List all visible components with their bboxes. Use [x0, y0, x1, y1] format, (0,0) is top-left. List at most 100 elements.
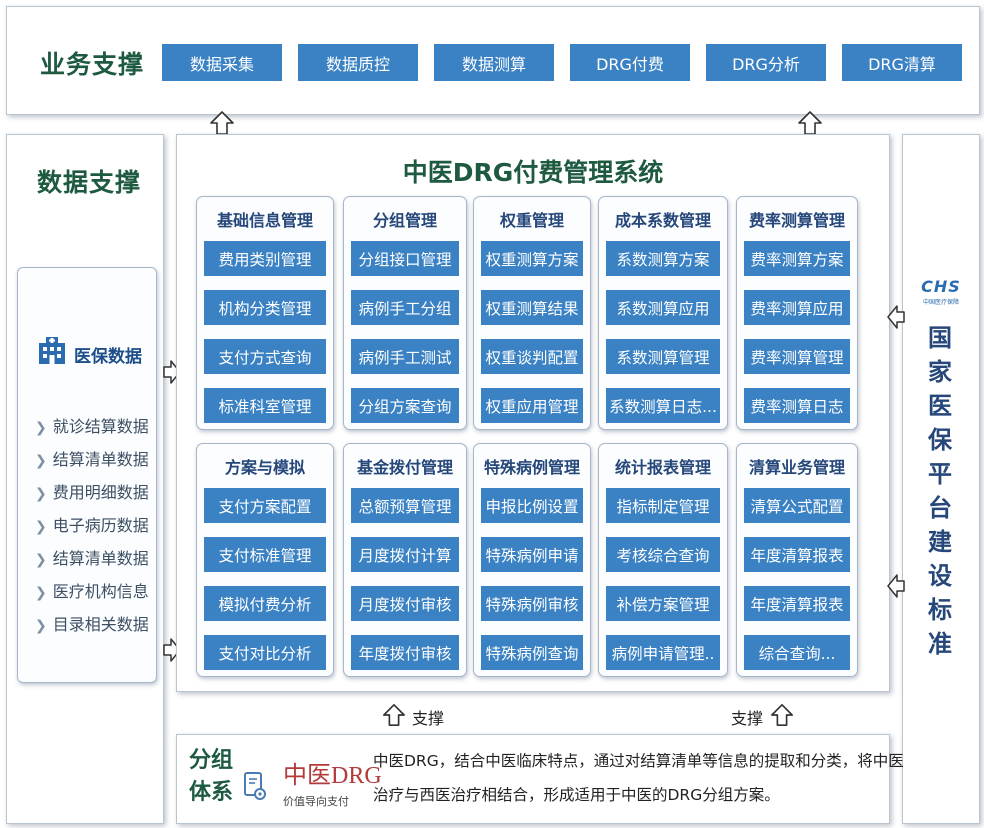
business-item-drg-analysis[interactable]: DRG分析 — [706, 44, 826, 81]
chs-logo: CHS 中国医疗保障 — [903, 277, 979, 306]
module-title: 权重管理 — [499, 211, 564, 230]
system-title: 中医DRG付费管理系统 — [402, 158, 664, 187]
data-list-item: ❯ 电子病历数据 — [35, 516, 149, 535]
data-list-item: ❯ 结算清单数据 — [35, 549, 149, 568]
module-item-button[interactable]: 年度清算报表 — [744, 586, 850, 621]
support-label-right: 支撑 — [731, 709, 764, 728]
module-title: 基础信息管理 — [216, 211, 313, 230]
module-title: 特殊病例管理 — [483, 458, 580, 477]
module-item-button[interactable]: 综合查询... — [744, 635, 850, 670]
module-item-button[interactable]: 权重应用管理 — [481, 388, 583, 423]
module-item-button[interactable]: 补偿方案管理 — [606, 586, 720, 621]
module-item-button[interactable]: 年度拨付审核 — [351, 635, 459, 670]
module-title: 成本系数管理 — [614, 211, 711, 230]
module-item-button[interactable]: 系数测算方案 — [606, 241, 720, 276]
module-item-button[interactable]: 系数测算应用 — [606, 290, 720, 325]
module-item-button[interactable]: 系数测算日志... — [606, 388, 720, 423]
tcm-drg-brand-sub: 价值导向支付 — [283, 795, 349, 808]
module-title: 基金拨付管理 — [356, 458, 453, 477]
national-standard-panel: CHS 中国医疗保障 国家医保平台建设标准 — [902, 134, 980, 824]
module-item-button[interactable]: 支付方案配置 — [204, 488, 326, 523]
chs-logo-subtext: 中国医疗保障 — [922, 299, 959, 306]
business-item-drg-settlement[interactable]: DRG清算 — [842, 44, 962, 81]
module-item-button[interactable]: 病例手工测试 — [351, 339, 459, 374]
module-item-button[interactable]: 标准科室管理 — [204, 388, 326, 423]
document-gear-icon — [244, 772, 266, 800]
module-title: 方案与模拟 — [224, 458, 305, 477]
module-item-button[interactable]: 总额预算管理 — [351, 488, 459, 523]
chs-logo-text: CHS — [921, 277, 961, 296]
module-item-button[interactable]: 权重谈判配置 — [481, 339, 583, 374]
tcm-drg-brand: 中医DRG — [283, 763, 382, 789]
module-item-button[interactable]: 月度拨付计算 — [351, 537, 459, 572]
business-item-data-calculation[interactable]: 数据测算 — [434, 44, 554, 81]
data-support-title: 数据支撑 — [37, 168, 142, 197]
module-item-button[interactable]: 支付方式查询 — [204, 339, 326, 374]
module-item-button[interactable]: 支付标准管理 — [204, 537, 326, 572]
module-item-button[interactable]: 费率测算日志 — [744, 388, 850, 423]
data-support-panel: 数据支撑 医保数据 ❯ 就诊结算数据 ❯ 结算清单数据 ❯ 费用明细数据 ❯ 电子病历数… — [6, 134, 164, 824]
module-item-button[interactable]: 月度拨付审核 — [351, 586, 459, 621]
data-list-item: ❯ 医疗机构信息 — [35, 582, 149, 601]
module-title: 统计报表管理 — [614, 458, 711, 477]
business-item-drg-payment[interactable]: DRG付费 — [570, 44, 690, 81]
module-item-button[interactable]: 费用类别管理 — [204, 241, 326, 276]
module-item-button[interactable]: 特殊病例查询 — [481, 635, 583, 670]
module-item-button[interactable]: 支付对比分析 — [204, 635, 326, 670]
left-arrow-icon — [887, 305, 905, 329]
grouping-system-panel: 分组 体系 中医DRG 价值导向支付 中医DRG，结合中医临床特点，通过对结算清… — [176, 734, 904, 824]
grouping-title: 分组 体系 — [189, 745, 233, 809]
data-list-item: ❯ 结算清单数据 — [35, 450, 149, 469]
up-arrow-icon — [210, 111, 234, 135]
module-fund-allocation: 基金拨付管理 总额预算管理 月度拨付计算 月度拨付审核 年度拨付审核 — [343, 443, 467, 677]
up-arrow-icon — [798, 111, 822, 135]
module-item-button[interactable]: 分组接口管理 — [351, 241, 459, 276]
module-grouping: 分组管理 分组接口管理 病例手工分组 病例手工测试 分组方案查询 — [343, 196, 467, 430]
module-weight: 权重管理 权重测算方案 权重测算结果 权重谈判配置 权重应用管理 — [473, 196, 591, 430]
module-cost-coefficient: 成本系数管理 系数测算方案 系数测算应用 系数测算管理 系数测算日志... — [598, 196, 728, 430]
module-item-button[interactable]: 费率测算应用 — [744, 290, 850, 325]
module-title: 费率测算管理 — [748, 211, 845, 230]
business-item-data-quality[interactable]: 数据质控 — [298, 44, 418, 81]
module-settlement: 清算业务管理 清算公式配置 年度清算报表 年度清算报表 综合查询... — [736, 443, 858, 677]
grouping-description-line2: 治疗与西医治疗相结合，形成适用于中医的DRG分组方案。 — [373, 786, 780, 804]
business-support-title: 业务支撑 — [40, 50, 145, 79]
module-basic-info: 基础信息管理 费用类别管理 机构分类管理 支付方式查询 标准科室管理 — [196, 196, 334, 430]
module-title: 分组管理 — [372, 211, 437, 230]
insurance-data-title: 医保数据 — [74, 347, 142, 367]
module-item-button[interactable]: 特殊病例申请 — [481, 537, 583, 572]
support-label-left: 支撑 — [412, 709, 445, 728]
module-item-button[interactable]: 指标制定管理 — [606, 488, 720, 523]
module-title: 清算业务管理 — [748, 458, 845, 477]
module-item-button[interactable]: 考核综合查询 — [606, 537, 720, 572]
grouping-description-line1: 中医DRG，结合中医临床特点，通过对结算清单等信息的提取和分类，将中医 — [373, 752, 904, 770]
module-item-button[interactable]: 分组方案查询 — [351, 388, 459, 423]
left-arrow-icon — [887, 574, 905, 598]
module-rate-calculation: 费率测算管理 费率测算方案 费率测算应用 费率测算管理 费率测算日志 — [736, 196, 858, 430]
module-plan-simulation: 方案与模拟 支付方案配置 支付标准管理 模拟付费分析 支付对比分析 — [196, 443, 334, 677]
up-arrow-icon — [771, 704, 793, 726]
module-item-button[interactable]: 系数测算管理 — [606, 339, 720, 374]
module-item-button[interactable]: 模拟付费分析 — [204, 586, 326, 621]
module-item-button[interactable]: 申报比例设置 — [481, 488, 583, 523]
module-item-button[interactable]: 年度清算报表 — [744, 537, 850, 572]
module-item-button[interactable]: 权重测算结果 — [481, 290, 583, 325]
building-icon — [39, 337, 65, 364]
module-item-button[interactable]: 病例手工分组 — [351, 290, 459, 325]
data-list-item: ❯ 目录相关数据 — [35, 615, 149, 634]
module-item-button[interactable]: 清算公式配置 — [744, 488, 850, 523]
business-support-panel: 业务支撑 数据采集 数据质控 数据测算 DRG付费 DRG分析 DRG清算 — [6, 6, 980, 115]
grouping-title-line1: 分组 — [189, 748, 234, 773]
grouping-title-line2: 体系 — [189, 780, 234, 805]
business-item-data-collection[interactable]: 数据采集 — [162, 44, 282, 81]
module-item-button[interactable]: 机构分类管理 — [204, 290, 326, 325]
module-item-button[interactable]: 费率测算管理 — [744, 339, 850, 374]
module-statistics-reports: 统计报表管理 指标制定管理 考核综合查询 补偿方案管理 病例申请管理.. — [598, 443, 728, 677]
module-item-button[interactable]: 权重测算方案 — [481, 241, 583, 276]
up-arrow-icon — [383, 704, 405, 726]
module-item-button[interactable]: 费率测算方案 — [744, 241, 850, 276]
module-item-button[interactable]: 病例申请管理.. — [606, 635, 720, 670]
data-list-item: ❯ 就诊结算数据 — [35, 417, 149, 436]
module-special-cases: 特殊病例管理 申报比例设置 特殊病例申请 特殊病例审核 特殊病例查询 — [473, 443, 591, 677]
module-item-button[interactable]: 特殊病例审核 — [481, 586, 583, 621]
